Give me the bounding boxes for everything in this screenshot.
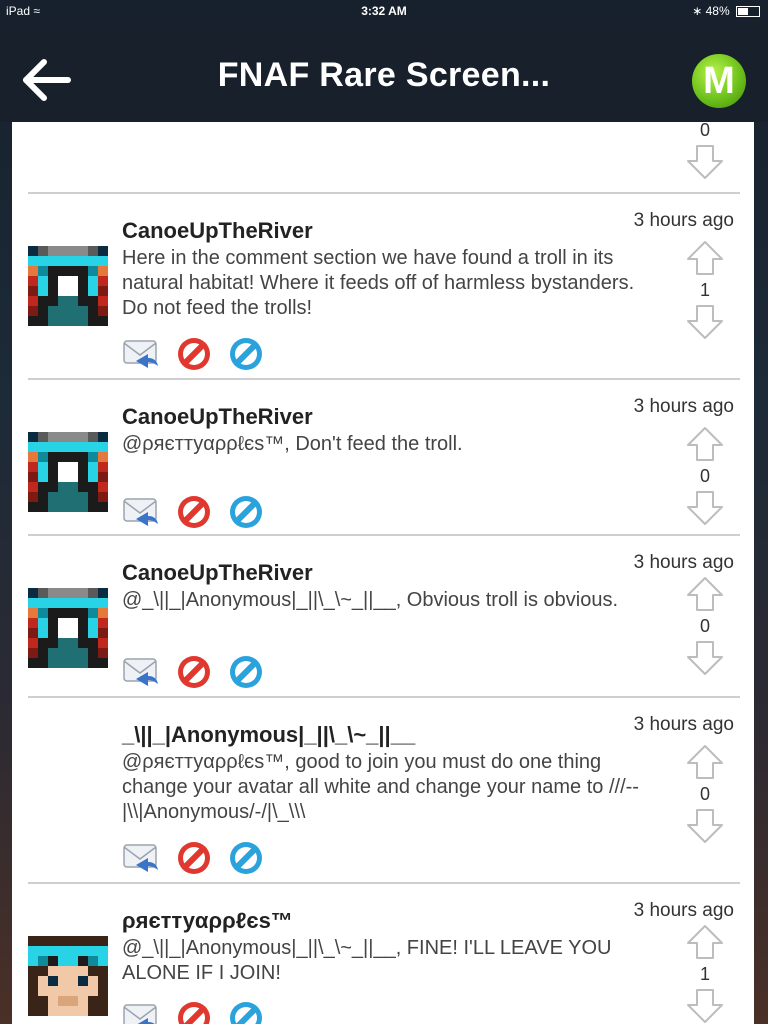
upvote-arrow-icon[interactable] <box>684 576 726 612</box>
comment-item: 0 <box>12 122 754 194</box>
reply-mail-icon[interactable] <box>122 1000 158 1024</box>
comment-time: 3 hours ago <box>633 714 734 735</box>
downvote-arrow-icon[interactable] <box>684 988 726 1024</box>
comment-author[interactable]: CanoeUpTheRiver <box>122 218 313 244</box>
vote-control: 0 <box>684 576 726 676</box>
comment-time: 3 hours ago <box>633 396 734 417</box>
vote-score: 1 <box>699 964 710 984</box>
flag-prohibited-icon[interactable] <box>176 494 212 530</box>
block-icon[interactable] <box>228 654 264 690</box>
block-icon[interactable] <box>228 336 264 372</box>
comment-author[interactable]: _\||_|Anonymous|_||\_\~_||__ <box>122 722 415 748</box>
vote-control: 0 <box>684 426 726 526</box>
comment-text: @ρяєттуαρρℓєѕ™, Don't feed the troll. <box>122 433 463 455</box>
comment-author[interactable]: CanoeUpTheRiver <box>122 404 313 430</box>
vote-score: 0 <box>699 784 710 804</box>
comment-author[interactable]: CanoeUpTheRiver <box>122 560 313 586</box>
comment-text: @ρяєттуαρρℓєѕ™, good to join you must do… <box>122 751 639 823</box>
comment-time: 3 hours ago <box>633 900 734 921</box>
upvote-arrow-icon[interactable] <box>684 744 726 780</box>
reply-mail-icon[interactable] <box>122 494 158 530</box>
avatar[interactable] <box>28 432 108 512</box>
flag-prohibited-icon[interactable] <box>176 336 212 372</box>
comment-text: @_\||_|Anonymous|_||\_\~_||__, Obvious t… <box>122 589 619 611</box>
block-icon[interactable] <box>228 840 264 876</box>
vote-control: 0 <box>684 744 726 844</box>
comment-time: 3 hours ago <box>633 210 734 231</box>
app-logo-button[interactable]: M <box>692 54 746 108</box>
battery-status: ∗ 48% <box>692 4 760 18</box>
upvote-arrow-icon[interactable] <box>684 426 726 462</box>
comment-item: CanoeUpTheRiver 3 hours ago @ρяєттуαρρℓєѕ™… <box>12 380 754 536</box>
avatar[interactable] <box>28 246 108 326</box>
avatar[interactable] <box>28 936 108 1016</box>
vote-control: 0 <box>684 122 726 179</box>
comment-item: _\||_|Anonymous|_||\_\~_||__ 3 hours ago @… <box>12 698 754 884</box>
vote-score: 0 <box>699 122 710 140</box>
battery-icon <box>736 6 760 18</box>
logo-letter: M <box>703 60 735 102</box>
flag-prohibited-icon[interactable] <box>176 1000 212 1024</box>
page-title: FNAF Rare Screen... <box>217 56 551 94</box>
comments-panel[interactable]: 0 CanoeUpTheRiver 3 hours ago Here in the c… <box>12 122 754 1024</box>
comment-item: ρяєттуαρρℓєѕ™ 3 hours ago @_\||_|Anonymous… <box>12 884 754 1024</box>
comment-item: CanoeUpTheRiver 3 hours ago Here in the co… <box>12 194 754 380</box>
comment-time: 3 hours ago <box>633 552 734 573</box>
downvote-arrow-icon[interactable] <box>684 640 726 676</box>
flag-prohibited-icon[interactable] <box>176 840 212 876</box>
flag-prohibited-icon[interactable] <box>176 654 212 690</box>
comment-text: Here in the comment section we have foun… <box>122 247 635 319</box>
comment-author[interactable]: ρяєттуαρρℓєѕ™ <box>122 908 293 934</box>
battery-percent: 48% <box>705 4 730 18</box>
block-icon[interactable] <box>228 494 264 530</box>
nav-header: FNAF Rare Screen... M <box>0 22 768 122</box>
vote-control: 1 <box>684 240 726 340</box>
bluetooth-icon: ∗ <box>692 4 703 18</box>
vote-score: 1 <box>699 280 710 300</box>
upvote-arrow-icon[interactable] <box>684 240 726 276</box>
clock: 3:32 AM <box>361 4 407 18</box>
reply-mail-icon[interactable] <box>122 654 158 690</box>
downvote-arrow-icon[interactable] <box>684 144 726 180</box>
block-icon[interactable] <box>228 1000 264 1024</box>
avatar[interactable] <box>28 588 108 668</box>
status-bar: iPad ≈ 3:32 AM ∗ 48% <box>0 0 768 22</box>
reply-mail-icon[interactable] <box>122 336 158 372</box>
upvote-arrow-icon[interactable] <box>684 924 726 960</box>
downvote-arrow-icon[interactable] <box>684 304 726 340</box>
downvote-arrow-icon[interactable] <box>684 808 726 844</box>
vote-score: 0 <box>699 616 710 636</box>
comment-text: @_\||_|Anonymous|_||\_\~_||__, FINE! I'L… <box>122 937 612 984</box>
reply-mail-icon[interactable] <box>122 840 158 876</box>
comment-item: CanoeUpTheRiver 3 hours ago @_\||_|Anonymo… <box>12 536 754 698</box>
vote-control: 1 <box>684 924 726 1024</box>
vote-score: 0 <box>699 466 710 486</box>
downvote-arrow-icon[interactable] <box>684 490 726 526</box>
